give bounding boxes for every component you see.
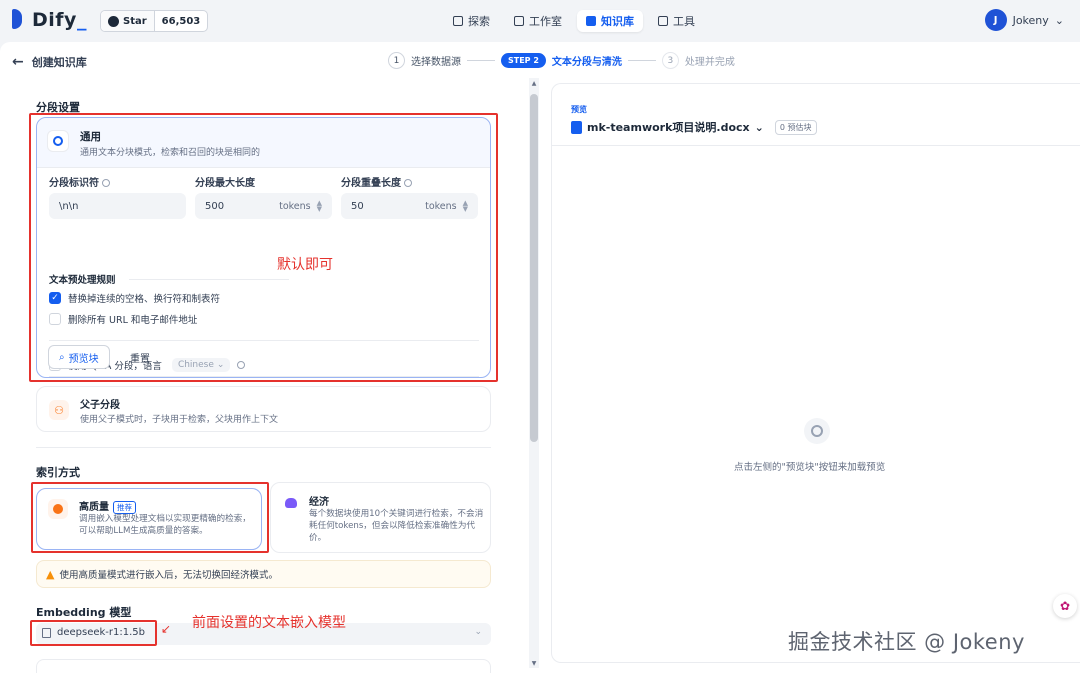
step2-label: 文本分段与清洗 [551, 57, 622, 68]
main-nav: 探索 工作室 知识库 工具 [444, 10, 704, 32]
scrollbar-thumb[interactable] [530, 94, 538, 442]
scroll-up-icon[interactable]: ▲ [530, 80, 538, 87]
scroll-down-icon[interactable]: ▼ [530, 660, 538, 667]
assistant-float-button[interactable]: ✿ [1053, 594, 1077, 618]
document-name: mk-teamwork项目说明.docx [587, 121, 750, 134]
main-content: ← 创建知识库 1 选择数据源 STEP 2 文本分段与清洗 3 处理并完成 分… [0, 42, 1080, 673]
brain-icon: ✿ [1059, 599, 1071, 613]
nav-studio[interactable]: 工作室 [505, 10, 571, 32]
step3-label: 处理并完成 [684, 57, 735, 68]
document-selector[interactable]: mk-teamwork项目说明.docx ⌄ 0 预估块 [571, 119, 817, 135]
step-separator [627, 60, 656, 61]
page-title: 创建知识库 [31, 56, 87, 69]
nav-tools-label: 工具 [673, 15, 695, 28]
divider [552, 145, 1080, 146]
arrow-left-icon: ← [12, 54, 24, 70]
economy-desc: 每个数据块使用10个关键词进行检索，不会消耗任何tokens，但会以降低检索准确… [309, 509, 484, 543]
chunk-count-badge: 0 预估块 [774, 119, 817, 135]
annotation-box [30, 620, 157, 646]
search-empty-icon [804, 418, 830, 444]
explore-icon [453, 16, 463, 26]
star-count: 66,503 [161, 15, 201, 27]
parent-child-chunk-card[interactable]: ⚇ 父子分段 使用父子模式时，子块用于检索，父块用作上下文 [36, 386, 491, 432]
index-section-title: 索引方式 [36, 466, 80, 479]
embedding-section-title: Embedding 模型 [36, 606, 132, 619]
logo-suffix: _ [76, 9, 87, 31]
knowledge-icon [586, 16, 596, 26]
annotation-default: 默认即可 [277, 257, 333, 273]
chevron-down-icon: ⌄ [474, 627, 482, 637]
parent-child-icon: ⚇ [49, 400, 69, 420]
step3-number: 3 [661, 52, 679, 69]
nav-tools[interactable]: 工具 [649, 10, 704, 32]
preview-label: 预览 [571, 105, 587, 114]
economy-icon [281, 493, 301, 513]
nav-knowledge-label: 知识库 [601, 15, 634, 28]
github-icon [108, 15, 119, 27]
nav-studio-label: 工作室 [529, 15, 562, 28]
github-star-button[interactable]: Star 66,503 [100, 10, 209, 32]
dify-logo-icon [12, 9, 26, 31]
step2-pill: STEP 2 [501, 53, 546, 68]
chevron-down-icon: ⌄ [754, 120, 764, 134]
parent-child-desc: 使用父子模式时，子块用于检索，父块用作上下文 [80, 415, 279, 425]
tools-icon [658, 16, 668, 26]
document-icon [571, 120, 582, 134]
step-separator [467, 60, 495, 61]
divider [36, 447, 491, 448]
top-navigation-bar: Dify_ Star 66,503 探索 工作室 知识库 工具 J Jokeny… [0, 0, 1080, 42]
nav-explore-label: 探索 [468, 15, 490, 28]
warning-icon: ▲ [46, 567, 55, 581]
preview-empty-text: 点击左侧的"预览块"按钮来加载预览 [734, 462, 886, 473]
annotation-box [31, 482, 269, 553]
avatar: J [984, 9, 1007, 31]
economy-title: 经济 [309, 497, 329, 508]
annotation-box [29, 113, 498, 382]
step-indicator: 1 选择数据源 STEP 2 文本分段与清洗 3 处理并完成 [388, 52, 735, 69]
nav-explore[interactable]: 探索 [444, 10, 499, 32]
step1-number: 1 [388, 52, 405, 69]
preview-panel: 预览 mk-teamwork项目说明.docx ⌄ 0 预估块 点击左侧的"预览… [551, 83, 1080, 663]
economy-card[interactable]: 经济 每个数据块使用10个关键词进行检索，不会消耗任何tokens，但会以降低检… [270, 482, 491, 553]
index-warning: ▲ 使用高质量模式进行嵌入后，无法切换回经济模式。 [36, 560, 491, 588]
step1-label: 选择数据源 [411, 57, 461, 68]
nav-knowledge[interactable]: 知识库 [577, 10, 643, 32]
annotation-embed: 前面设置的文本嵌入模型 [192, 615, 346, 631]
back-button[interactable]: ← 创建知识库 [12, 54, 87, 70]
star-label: Star [123, 15, 147, 27]
chevron-down-icon: ⌄ [1054, 13, 1064, 27]
warning-text: 使用高质量模式进行嵌入后，无法切换回经济模式。 [59, 570, 278, 581]
annotation-arrow: ↙ [161, 622, 172, 636]
user-name: Jokeny [1012, 13, 1049, 27]
parent-child-title: 父子分段 [80, 400, 120, 411]
dify-logo[interactable]: Dify_ [12, 9, 87, 31]
next-card [36, 659, 491, 673]
logo-text: Dify [32, 9, 77, 31]
user-menu[interactable]: J Jokeny ⌄ [984, 9, 1064, 31]
studio-icon [514, 16, 524, 26]
watermark: 掘金技术社区 @ Jokeny [788, 630, 1025, 654]
